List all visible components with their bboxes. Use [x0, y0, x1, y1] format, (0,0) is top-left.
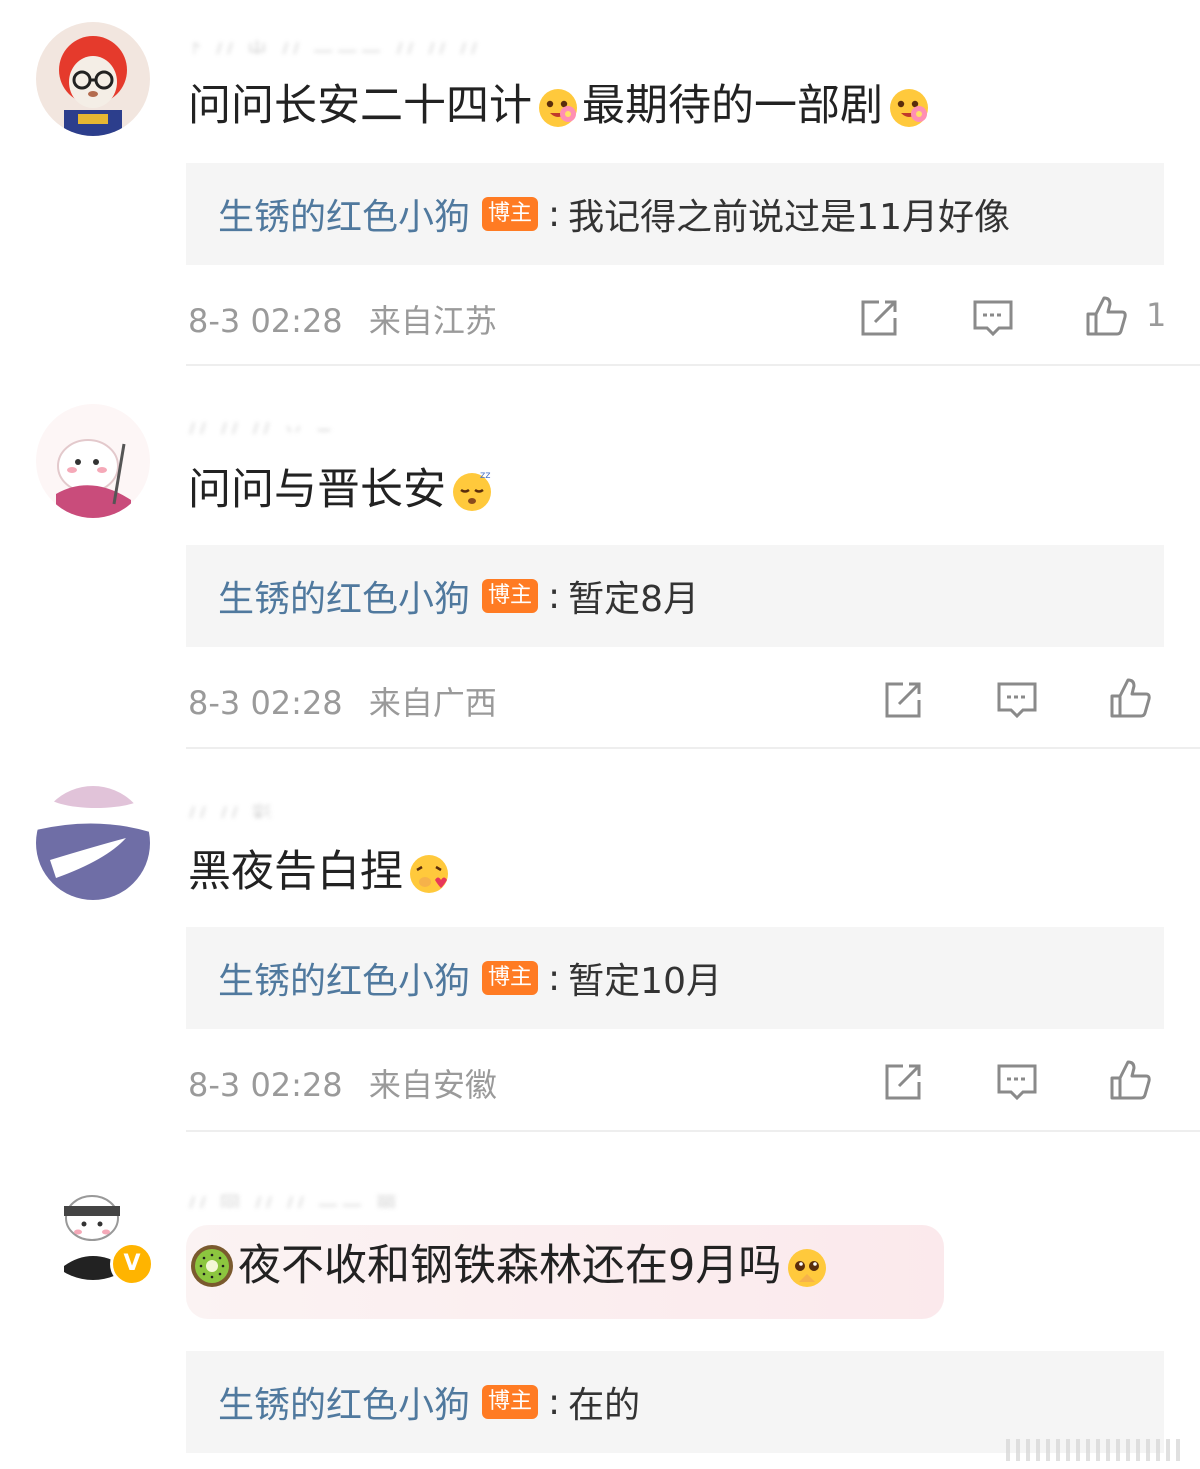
reply-colon: : [548, 957, 561, 999]
thumbs-up-icon [1110, 678, 1151, 718]
share-icon [885, 1064, 921, 1100]
username[interactable]: ∕∕ 回 ∕∕ ∕∕ —— 丽 [188, 1188, 588, 1208]
comment-text: 黑夜告白捏 [188, 842, 453, 902]
timestamp: 8-3 02:28 [188, 684, 343, 722]
divider [186, 747, 1200, 749]
username[interactable]: ∕∕ ∕∕ 彩 [188, 798, 588, 818]
timestamp: 8-3 02:28 [188, 1066, 343, 1104]
comment-text-part1: 问问长安二十四计 [188, 81, 532, 131]
reply-text: 在的 [568, 1385, 641, 1426]
comment-text-part2: 最期待的一部剧 [582, 81, 883, 131]
reply-text: 我记得之前说过是11月好像 [568, 197, 1010, 238]
reply-box[interactable]: 生锈的红色小狗 博主 : 暂定8月 [186, 545, 1164, 647]
reply-colon: : [548, 193, 561, 235]
comment-text-part1: 黑夜告白捏 [188, 847, 403, 897]
username[interactable]: ∕∕ ∕∕ ∕∕ 丷 ─ [188, 414, 588, 434]
blogger-badge: 博主 [482, 579, 539, 613]
reply-box[interactable]: 生锈的红色小狗 博主 : 暂定10月 [186, 927, 1164, 1029]
reply-button[interactable] [995, 1060, 1039, 1104]
comment-icon [973, 300, 1013, 337]
thumbs-up-icon [1086, 296, 1127, 336]
thumbs-up-icon [1110, 1060, 1151, 1100]
reply-text: 暂定8月 [568, 579, 700, 620]
comment-text: 问问与晋长安 zz [188, 460, 496, 520]
share-button[interactable] [881, 1060, 925, 1104]
like-count: 1 [1146, 296, 1167, 334]
comment-meta: 8-3 02:28 来自江苏 [188, 296, 497, 342]
reply-author[interactable]: 生锈的红色小狗 [218, 1376, 470, 1428]
blogger-badge: 博主 [482, 197, 539, 231]
svg-text:zz: zz [480, 470, 491, 481]
share-button[interactable] [881, 678, 925, 722]
avatar[interactable] [36, 404, 150, 518]
reply-button[interactable] [995, 678, 1039, 722]
comment-meta: 8-3 02:28 来自广西 [188, 678, 497, 724]
divider [186, 1130, 1200, 1132]
kissing-heart-face-icon [410, 855, 448, 893]
location: 来自江苏 [368, 302, 497, 340]
sleeping-face-icon: zz [453, 470, 491, 511]
comment-text-part1: 问问与晋长安 [188, 465, 446, 515]
like-button[interactable] [1084, 294, 1128, 338]
verified-badge: V [110, 1242, 154, 1286]
avatar[interactable] [36, 786, 150, 900]
share-button[interactable] [857, 296, 901, 340]
reply-author[interactable]: 生锈的红色小狗 [218, 952, 470, 1004]
reply-author[interactable]: 生锈的红色小狗 [218, 570, 470, 622]
avatar[interactable] [36, 22, 150, 136]
kiwi-icon [191, 1245, 233, 1287]
comment-text: 问问长安二十四计 最期待的一部剧 [188, 76, 933, 136]
comment-1: ♪ ∕∕ 屮 ∕∕ ——— ∕∕ ∕∕ ∕∕ 问问长安二十四计 最期待的一部剧 … [0, 0, 1200, 366]
like-button[interactable] [1108, 676, 1152, 720]
divider [186, 364, 1200, 366]
reply-author[interactable]: 生锈的红色小狗 [218, 188, 470, 240]
location: 来自安徽 [368, 1066, 497, 1104]
reply-text: 暂定10月 [568, 961, 722, 1002]
watermark-strip [1006, 1439, 1186, 1461]
comment-icon [997, 682, 1037, 719]
blogger-badge: 博主 [482, 961, 539, 995]
reply-colon: : [548, 575, 561, 617]
location: 来自广西 [368, 684, 497, 722]
like-button[interactable] [1108, 1058, 1152, 1102]
timestamp: 8-3 02:28 [188, 302, 343, 340]
reply-box[interactable]: 生锈的红色小狗 博主 : 在的 [186, 1351, 1164, 1453]
reply-colon: : [548, 1381, 561, 1423]
blogger-badge: 博主 [482, 1385, 539, 1419]
comment-text-part1: 夜不收和钢铁森林还在9月吗 [238, 1241, 782, 1291]
reply-button[interactable] [971, 296, 1015, 340]
pleading-face-icon [788, 1249, 827, 1287]
share-icon [861, 300, 897, 336]
username[interactable]: ♪ ∕∕ 屮 ∕∕ ——— ∕∕ ∕∕ ∕∕ [188, 34, 588, 54]
flower-face-icon [539, 89, 577, 127]
flower-face-icon [890, 89, 928, 127]
reply-box[interactable]: 生锈的红色小狗 博主 : 我记得之前说过是11月好像 [186, 163, 1164, 265]
comment-meta: 8-3 02:28 来自安徽 [188, 1060, 497, 1106]
comment-icon [997, 1064, 1037, 1101]
share-icon [885, 682, 921, 718]
comment-text: 夜不收和钢铁森林还在9月吗 [188, 1236, 831, 1296]
